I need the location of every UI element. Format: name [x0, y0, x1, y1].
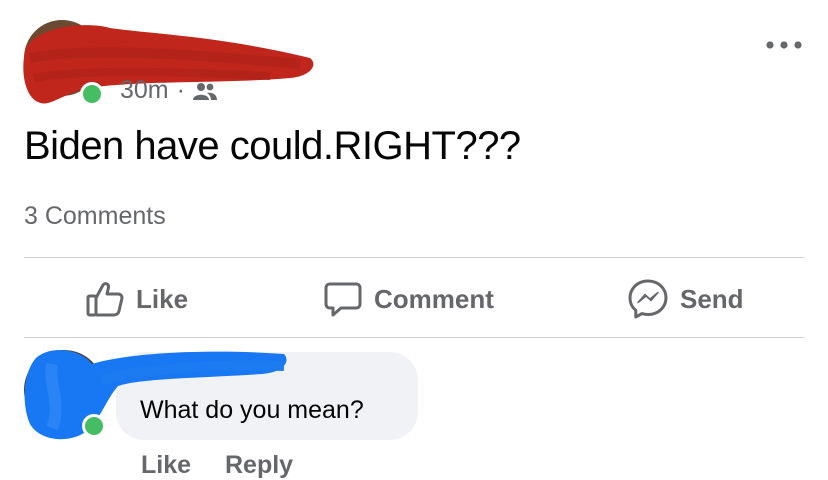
- comment-button[interactable]: Comment: [324, 276, 494, 322]
- meta-separator: ·: [176, 76, 185, 104]
- more-options-icon[interactable]: [764, 30, 804, 60]
- redaction-scribble-blue: [24, 350, 287, 440]
- comment-like-button[interactable]: Like: [141, 451, 191, 480]
- divider-top: [24, 257, 804, 258]
- like-label: Like: [136, 283, 189, 314]
- post-meta: 30m ·: [120, 76, 217, 105]
- comment-bubble-icon: [324, 282, 362, 317]
- like-button[interactable]: Like: [86, 276, 188, 322]
- comment-label: Comment: [374, 283, 494, 314]
- author-online-indicator: [80, 82, 104, 106]
- comment-reply-button[interactable]: Reply: [225, 451, 293, 480]
- messenger-icon: [628, 279, 668, 319]
- comments-count-link[interactable]: 3 Comments: [24, 202, 166, 231]
- send-label: Send: [680, 283, 744, 314]
- send-button[interactable]: Send: [628, 276, 744, 322]
- thumbs-up-icon: [86, 282, 124, 317]
- comment-text: What do you mean?: [140, 396, 364, 424]
- post-timestamp[interactable]: 30m: [120, 76, 169, 105]
- divider-bottom: [24, 337, 804, 338]
- commenter-online-indicator: [82, 414, 106, 438]
- friends-icon: [192, 82, 217, 100]
- post-text: Biden have could.RIGHT???: [24, 124, 521, 168]
